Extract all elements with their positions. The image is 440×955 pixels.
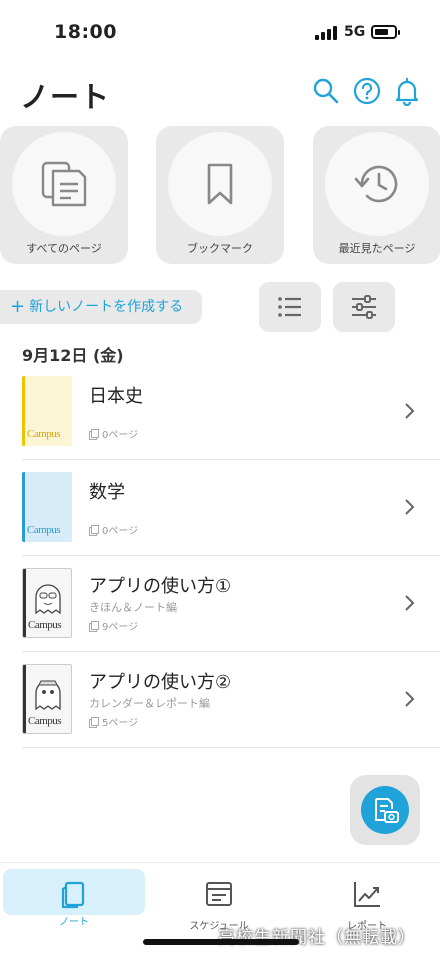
shortcut-label: すべてのページ [26, 242, 102, 255]
bell-icon[interactable] [392, 76, 422, 106]
chevron-right-icon [405, 595, 415, 611]
line-chart-icon [354, 882, 380, 907]
note-pages-text: 0ページ [102, 430, 139, 441]
note-row[interactable]: Campus 日本史 0ページ [0, 364, 440, 460]
page-title: ノート [20, 80, 111, 114]
note-pages-text: 5ページ [102, 718, 139, 729]
note-subtitle: きほん＆ノート編 [89, 601, 177, 614]
tab-note[interactable]: ノート [3, 869, 145, 928]
signal-icon [315, 26, 337, 40]
plus-icon: + [10, 296, 26, 317]
note-cover: Campus [22, 376, 72, 446]
chevron-right-icon [405, 691, 415, 707]
note-title: アプリの使い方① [89, 576, 232, 597]
tab-report[interactable]: レポート [296, 869, 438, 932]
date-header: 9月12日 (金) [22, 346, 124, 365]
cover-brand: Campus [27, 428, 61, 440]
shortcut-bookmarks[interactable]: ブックマーク [156, 126, 284, 264]
pages-icon [89, 717, 99, 728]
note-pages-text: 9ページ [102, 622, 139, 633]
pages-icon [89, 525, 99, 536]
shortcut-all-pages[interactable]: すべてのページ [0, 126, 128, 264]
note-page-count: 0ページ [89, 522, 138, 537]
ghost-mascot-icon [35, 680, 61, 711]
note-page-count: 0ページ [89, 426, 138, 441]
search-icon[interactable] [311, 76, 341, 106]
filter-button[interactable] [333, 282, 395, 332]
sliders-icon [352, 295, 376, 319]
chevron-right-icon [405, 499, 415, 515]
history-icon [354, 165, 398, 203]
tab-label: ノート [59, 917, 89, 928]
ghost-mascot-icon [35, 584, 61, 615]
pages-icon [89, 621, 99, 632]
battery-icon [371, 25, 400, 39]
shortcut-recent-pages[interactable]: 最近見たページ [313, 126, 440, 264]
note-title: 数学 [89, 482, 125, 503]
note-row[interactable]: Campus アプリの使い方② カレンダー＆レポート編 5ページ [0, 652, 440, 748]
home-indicator [143, 939, 299, 945]
help-icon[interactable] [352, 76, 382, 106]
calendar-icon [206, 882, 232, 906]
note-title: 日本史 [89, 386, 143, 407]
cover-brand: Campus [27, 524, 61, 536]
network-type: 5G [344, 24, 366, 40]
note-cover: Campus [22, 568, 72, 638]
note-cover: Campus [22, 664, 72, 734]
note-page-count: 9ページ [89, 618, 138, 633]
cover-brand: Campus [28, 715, 62, 727]
note-row[interactable]: Campus アプリの使い方① きほん＆ノート編 9ページ [0, 556, 440, 652]
scan-document-icon [375, 798, 399, 823]
status-bar: 18:00 5G [0, 0, 440, 64]
note-row[interactable]: Campus 数学 0ページ [0, 460, 440, 556]
new-note-button[interactable]: + 新しいノートを作成する [0, 290, 202, 324]
document-stack-icon [41, 161, 87, 207]
pages-icon [89, 429, 99, 440]
shortcut-label: ブックマーク [187, 242, 253, 255]
note-title: アプリの使い方② [89, 672, 232, 693]
new-note-label: 新しいノートを作成する [29, 299, 184, 315]
chevron-right-icon [405, 403, 415, 419]
note-pages-text: 0ページ [102, 526, 139, 537]
note-subtitle: カレンダー＆レポート編 [89, 697, 210, 710]
list-view-button[interactable] [259, 282, 321, 332]
tab-schedule[interactable]: スケジュール [148, 869, 290, 932]
list-icon [278, 297, 301, 317]
scan-camera-button[interactable] [350, 775, 420, 845]
note-cover: Campus [22, 472, 72, 542]
shortcut-label: 最近見たページ [338, 242, 416, 255]
note-page-count: 5ページ [89, 714, 138, 729]
bookmark-icon [207, 163, 233, 205]
status-time: 18:00 [54, 21, 117, 43]
notebook-icon [61, 881, 85, 909]
cover-brand: Campus [28, 619, 62, 631]
